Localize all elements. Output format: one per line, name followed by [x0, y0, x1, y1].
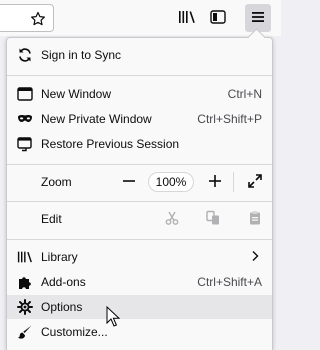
sidebar-button[interactable] — [205, 4, 231, 32]
menu-item-zoom: Zoom 100% — [7, 170, 272, 194]
zoom-out-button[interactable] — [119, 172, 139, 192]
chevron-right-icon — [250, 250, 260, 265]
zoom-label: Zoom — [41, 175, 72, 189]
zoom-in-button[interactable] — [205, 172, 225, 192]
navigation-toolbar — [0, 0, 281, 36]
sync-icon — [17, 47, 33, 63]
open-menu-button[interactable] — [245, 4, 271, 32]
zoom-out-icon — [122, 174, 136, 191]
addons-label: Add-ons — [41, 275, 86, 289]
copy-button[interactable] — [203, 209, 223, 229]
fullscreen-icon — [247, 173, 263, 192]
sign-in-label: Sign in to Sync — [41, 48, 122, 62]
mouse-cursor-icon — [106, 306, 120, 327]
paste-button[interactable] — [245, 209, 265, 229]
customize-paintbrush-icon — [17, 324, 33, 340]
menu-item-sign-in-sync[interactable]: Sign in to Sync — [7, 43, 272, 67]
library-label: Library — [41, 250, 78, 264]
library-button[interactable] — [174, 4, 200, 32]
app-menu-panel: Sign in to Sync New Window Ctrl+N New Pr… — [6, 37, 273, 350]
zoom-divider — [233, 172, 234, 192]
cut-icon — [164, 210, 180, 229]
private-mask-icon — [17, 111, 33, 127]
menu-item-library[interactable]: Library — [7, 245, 272, 269]
separator — [7, 201, 272, 202]
new-window-label: New Window — [41, 87, 112, 101]
menu-item-addons[interactable]: Add-ons Ctrl+Shift+A — [7, 270, 272, 294]
customize-label: Customize... — [41, 325, 108, 339]
zoom-in-icon — [208, 174, 222, 191]
separator — [7, 75, 272, 76]
restore-session-icon — [17, 136, 33, 152]
new-private-window-shortcut: Ctrl+Shift+P — [197, 112, 262, 126]
library-icon — [178, 9, 196, 28]
paste-icon — [247, 210, 263, 229]
menu-item-options[interactable]: Options — [7, 295, 272, 319]
menu-item-new-window[interactable]: New Window Ctrl+N — [7, 82, 272, 106]
menu-item-edit: Edit — [7, 207, 272, 231]
separator — [7, 239, 272, 240]
new-window-shortcut: Ctrl+N — [227, 87, 262, 101]
cut-button[interactable] — [162, 209, 182, 229]
menu-item-customize[interactable]: Customize... — [7, 320, 272, 344]
options-label: Options — [41, 300, 83, 314]
addons-shortcut: Ctrl+Shift+A — [197, 275, 262, 289]
copy-icon — [205, 210, 221, 229]
options-gear-icon — [17, 299, 33, 315]
new-window-icon — [17, 86, 33, 102]
edit-label: Edit — [41, 212, 62, 226]
addons-puzzle-icon — [17, 274, 33, 290]
new-private-window-label: New Private Window — [41, 112, 152, 126]
separator — [7, 164, 272, 165]
zoom-reset-button[interactable]: 100% — [148, 172, 194, 192]
menu-item-restore-session[interactable]: Restore Previous Session — [7, 132, 272, 156]
url-bar[interactable] — [0, 4, 54, 32]
hamburger-menu-icon — [250, 9, 266, 28]
menu-item-new-private-window[interactable]: New Private Window Ctrl+Shift+P — [7, 107, 272, 131]
library-icon — [17, 249, 33, 265]
restore-session-label: Restore Previous Session — [41, 137, 180, 151]
fullscreen-button[interactable] — [245, 172, 265, 192]
star-icon[interactable] — [30, 11, 46, 27]
sidebar-icon — [210, 9, 226, 28]
